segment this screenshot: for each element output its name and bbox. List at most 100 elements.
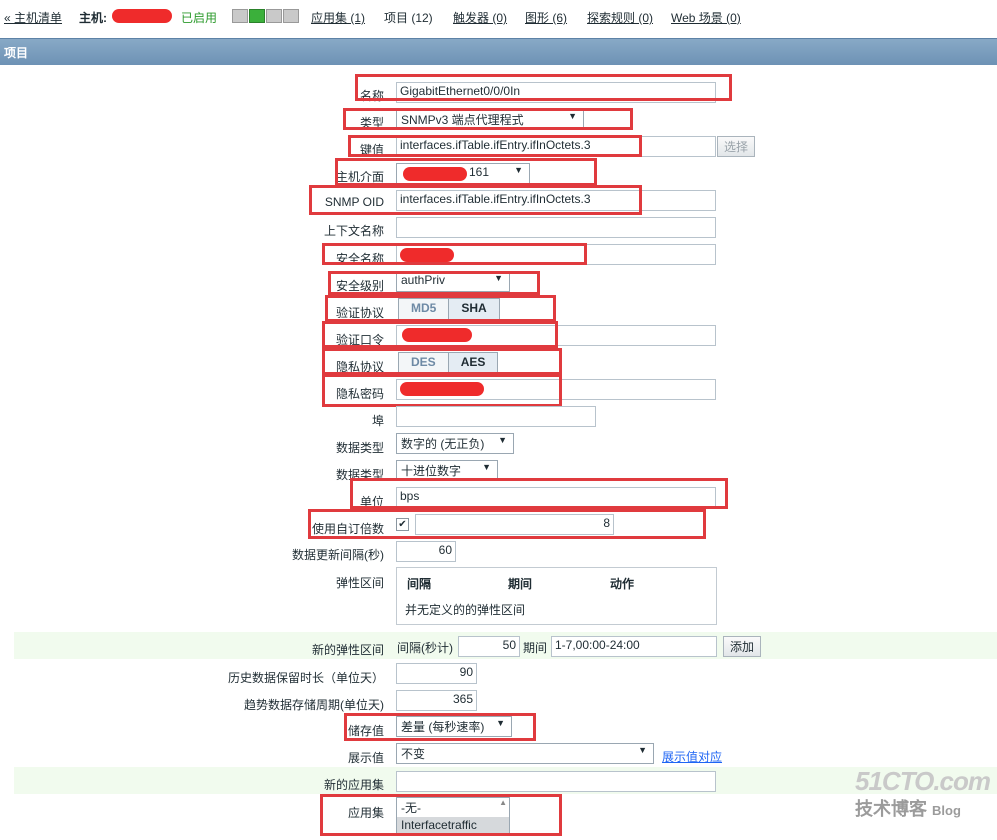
host-navigation-bar: « 主机清单 主机: 已启用 应用集 (1) 项目 (12) 触发器 (0) 图…	[0, 0, 997, 34]
multiplier-checkbox[interactable]: ✔	[396, 518, 409, 531]
applications-link[interactable]: 应用集 (1)	[311, 9, 365, 26]
snmp-oid-label: SNMP OID	[324, 195, 384, 209]
type-of-info-label: 数据类型	[335, 441, 384, 455]
dropdown-arrow-icon: ▼	[638, 745, 647, 755]
section-title: 项目	[4, 46, 29, 60]
multiplier-input[interactable]: 8	[415, 514, 614, 535]
update-interval-input[interactable]: 60	[396, 541, 456, 562]
type-select-value: SNMPv3 端点代理程式	[401, 113, 524, 127]
add-flex-button[interactable]: 添加	[723, 636, 762, 657]
store-value-value: 差量 (每秒速率)	[401, 720, 485, 734]
privacy-protocol-label: 隐私协议	[335, 360, 384, 374]
host-interface-label: 主机介面	[335, 170, 384, 184]
history-input[interactable]: 90	[396, 663, 477, 684]
host-label: 主机:	[79, 11, 107, 25]
items-link[interactable]: 项目 (12)	[384, 9, 433, 26]
applications-listbox[interactable]: -无- Interfacetraffic ▲	[396, 797, 510, 835]
security-level-value: authPriv	[401, 273, 446, 287]
ipmi-icon	[283, 9, 299, 23]
applications-label: 应用集	[347, 806, 384, 820]
update-interval-label: 数据更新间隔(秒)	[292, 548, 384, 562]
new-application-input[interactable]	[396, 771, 716, 792]
privacy-protocol-toggle[interactable]: DES AES	[398, 352, 499, 374]
new-flex-label: 新的弹性区间	[311, 643, 384, 657]
auth-passphrase-label: 验证口令	[335, 333, 384, 347]
security-name-label: 安全名称	[335, 252, 384, 266]
web-scenarios-link[interactable]: Web 场景 (0)	[671, 9, 741, 26]
type-select[interactable]: SNMPv3 端点代理程式 ▼	[396, 109, 584, 130]
store-value-select[interactable]: 差量 (每秒速率) ▼	[396, 716, 512, 737]
application-option-interfacetraffic[interactable]: Interfacetraffic	[397, 817, 509, 833]
new-application-label: 新的应用集	[323, 778, 384, 792]
history-label: 历史数据保留时长（单位天）	[227, 671, 384, 685]
dropdown-arrow-icon: ▼	[494, 273, 503, 283]
host-interface-port: 161	[469, 165, 490, 179]
graphs-link[interactable]: 图形 (6)	[525, 9, 567, 26]
flexible-intervals-table: 间隔 期间 动作 并无定义的的弹性区间	[396, 567, 717, 625]
host-interface-select[interactable]: 161 ▼	[396, 163, 530, 184]
units-input[interactable]: bps	[396, 487, 716, 508]
new-flex-interval-label: 间隔(秒计)	[397, 641, 453, 655]
redacted-ip	[403, 167, 467, 181]
port-input[interactable]	[396, 406, 596, 427]
triggers-link[interactable]: 触发器 (0)	[453, 9, 507, 26]
discovery-rules-link[interactable]: 探索规则 (0)	[587, 9, 653, 26]
auth-protocol-toggle[interactable]: MD5 SHA	[398, 298, 500, 320]
watermark-brand: 51CTO.com	[855, 766, 991, 796]
redacted-security-name	[400, 248, 454, 262]
context-name-label: 上下文名称	[323, 224, 384, 238]
context-name-input[interactable]	[396, 217, 716, 238]
auth-sha-option[interactable]: SHA	[448, 299, 499, 319]
store-value-label: 储存值	[347, 724, 384, 738]
key-label: 键值	[359, 143, 384, 157]
type-label: 类型	[359, 116, 384, 130]
key-input[interactable]: interfaces.ifTable.ifEntry.ifInOctets.3	[396, 136, 716, 157]
dropdown-arrow-icon: ▼	[496, 718, 505, 728]
section-title-bar: 项目	[0, 38, 997, 65]
show-value-select[interactable]: 不变 ▼	[396, 743, 654, 764]
data-type-select[interactable]: 十进位数字 ▼	[396, 460, 498, 481]
availability-icons	[232, 9, 299, 23]
watermark-sub2: Blog	[932, 803, 961, 818]
select-key-button[interactable]: 选择	[717, 136, 756, 157]
new-flex-period-input[interactable]: 1-7,00:00-24:00	[551, 636, 717, 657]
application-option-none[interactable]: -无-	[397, 798, 509, 817]
flex-header-action: 动作	[610, 577, 635, 591]
watermark: 51CTO.com 技术博客 Blog	[855, 766, 991, 821]
security-level-label: 安全级别	[335, 279, 384, 293]
privacy-passphrase-label: 隐私密码	[335, 387, 384, 401]
security-level-select[interactable]: authPriv ▼	[396, 271, 510, 292]
scroll-up-icon[interactable]: ▲	[499, 798, 507, 807]
multiplier-label: 使用自订倍数	[311, 522, 384, 536]
privacy-aes-option[interactable]: AES	[447, 353, 498, 373]
host-list-link[interactable]: « 主机清单	[4, 9, 62, 26]
name-input[interactable]: GigabitEthernet0/0/0In	[396, 82, 716, 103]
redacted-auth-passphrase	[402, 328, 472, 342]
show-value-label: 展示值	[347, 751, 384, 765]
show-value-value: 不变	[401, 747, 426, 761]
snmp-icon	[249, 9, 265, 23]
jmx-icon	[266, 9, 282, 23]
new-flex-interval-input[interactable]: 50	[458, 636, 520, 657]
privacy-des-option[interactable]: DES	[399, 353, 448, 373]
dropdown-arrow-icon: ▼	[482, 462, 491, 472]
watermark-sub1: 技术博客	[855, 799, 927, 819]
name-label: 名称	[359, 89, 384, 103]
value-mapping-link-text[interactable]: 展示值对应	[662, 748, 722, 765]
data-type-value: 十进位数字	[401, 464, 462, 478]
flex-empty-message: 并无定义的的弹性区间	[405, 603, 526, 617]
trends-input[interactable]: 365	[396, 690, 477, 711]
redacted-privacy-passphrase	[400, 382, 484, 396]
status-enabled[interactable]: 已启用	[181, 9, 217, 26]
zbx-icon	[232, 9, 248, 23]
auth-md5-option[interactable]: MD5	[399, 299, 449, 319]
flex-header-interval: 间隔	[407, 577, 432, 591]
trends-label: 趋势数据存储周期(单位天)	[244, 698, 384, 712]
snmp-oid-input[interactable]: interfaces.ifTable.ifEntry.ifInOctets.3	[396, 190, 716, 211]
watermark-sub: 技术博客 Blog	[855, 795, 990, 821]
units-label: 单位	[359, 495, 384, 509]
new-flex-period-label: 期间	[523, 641, 548, 655]
flex-header-period: 期间	[508, 577, 533, 591]
redacted-host-name	[112, 9, 172, 23]
type-of-info-select[interactable]: 数字的 (无正负) ▼	[396, 433, 514, 454]
